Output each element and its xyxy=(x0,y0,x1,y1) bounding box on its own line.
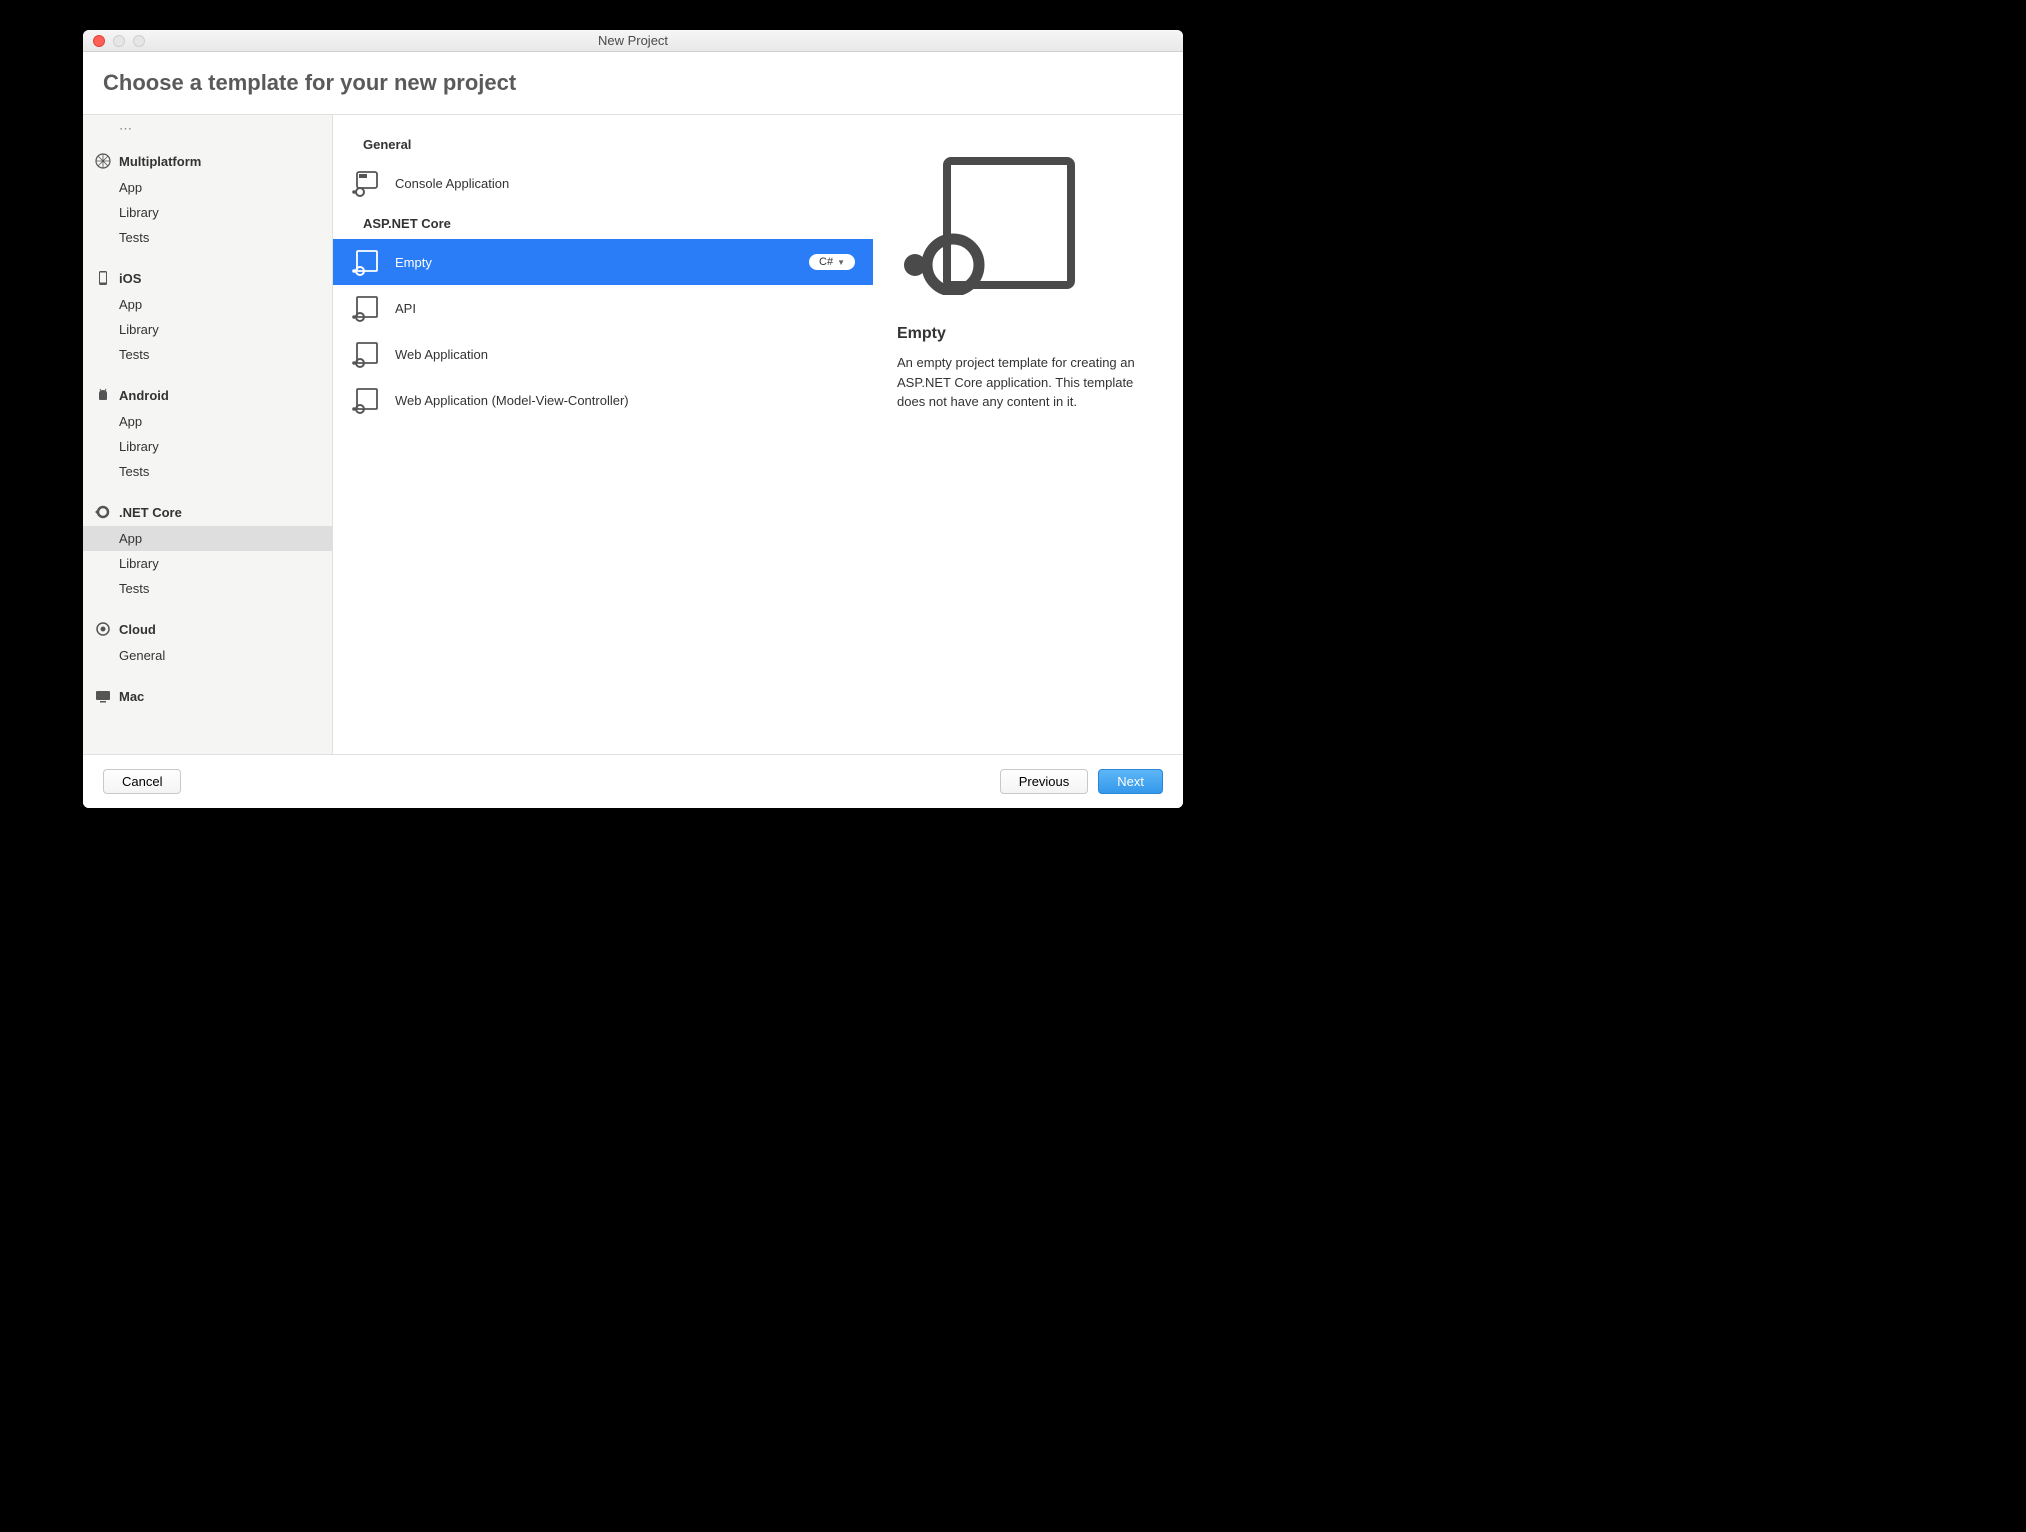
sidebar-item-netcore-library[interactable]: Library xyxy=(83,551,332,576)
cloud-icon xyxy=(95,621,111,637)
category-sidebar: ⋯ Multiplatform App Library Tests iOS Ap… xyxy=(83,115,333,754)
sidebar-item-ios-library[interactable]: Library xyxy=(83,317,332,342)
minimize-window-button[interactable] xyxy=(113,35,125,47)
desktop-icon xyxy=(95,688,111,704)
template-detail-icon xyxy=(897,155,1077,295)
sidebar-item-android-tests[interactable]: Tests xyxy=(83,459,332,484)
language-selector[interactable]: C# ▼ xyxy=(809,254,855,270)
template-label: Empty xyxy=(395,255,795,270)
template-label: Web Application (Model-View-Controller) xyxy=(395,393,855,408)
template-detail-panel: Empty An empty project template for crea… xyxy=(873,115,1183,754)
web-template-icon xyxy=(351,339,381,369)
next-button[interactable]: Next xyxy=(1098,769,1163,794)
maximize-window-button[interactable] xyxy=(133,35,145,47)
sidebar-category-cloud[interactable]: Cloud xyxy=(83,615,332,643)
android-icon xyxy=(95,387,111,403)
template-empty[interactable]: Empty C# ▼ xyxy=(333,239,873,285)
template-label: API xyxy=(395,301,855,316)
sidebar-item-multiplatform-app[interactable]: App xyxy=(83,175,332,200)
template-label: Web Application xyxy=(395,347,855,362)
template-label: Console Application xyxy=(395,176,855,191)
web-template-icon xyxy=(351,293,381,323)
sidebar-category-label: Android xyxy=(119,388,169,403)
sidebar-category-multiplatform[interactable]: Multiplatform xyxy=(83,147,332,175)
phone-icon xyxy=(95,270,111,286)
traffic-lights xyxy=(83,35,145,47)
sidebar-category-netcore[interactable]: .NET Core xyxy=(83,498,332,526)
sidebar-item-android-library[interactable]: Library xyxy=(83,434,332,459)
sidebar-item-cloud-general[interactable]: General xyxy=(83,643,332,668)
template-list: General Console Application ASP.NET Core… xyxy=(333,115,873,754)
section-title-general: General xyxy=(333,127,873,160)
sidebar-truncated-hint: ⋯ xyxy=(83,115,332,143)
template-api[interactable]: API xyxy=(333,285,873,331)
template-web-application[interactable]: Web Application xyxy=(333,331,873,377)
template-detail-description: An empty project template for creating a… xyxy=(897,353,1159,412)
sidebar-category-label: Cloud xyxy=(119,622,156,637)
dialog-footer: Cancel Previous Next xyxy=(83,755,1183,808)
sidebar-item-multiplatform-library[interactable]: Library xyxy=(83,200,332,225)
chevron-down-icon: ▼ xyxy=(837,258,845,267)
console-template-icon xyxy=(351,168,381,198)
dialog-content: ⋯ Multiplatform App Library Tests iOS Ap… xyxy=(83,115,1183,755)
sidebar-item-multiplatform-tests[interactable]: Tests xyxy=(83,225,332,250)
netcore-icon xyxy=(95,504,111,520)
section-title-aspnetcore: ASP.NET Core xyxy=(333,206,873,239)
close-window-button[interactable] xyxy=(93,35,105,47)
web-template-icon xyxy=(351,247,381,277)
template-web-application-mvc[interactable]: Web Application (Model-View-Controller) xyxy=(333,377,873,423)
sidebar-category-label: Multiplatform xyxy=(119,154,201,169)
multiplatform-icon xyxy=(95,153,111,169)
sidebar-item-ios-app[interactable]: App xyxy=(83,292,332,317)
page-title: Choose a template for your new project xyxy=(103,70,1163,96)
sidebar-category-label: .NET Core xyxy=(119,505,182,520)
sidebar-category-label: Mac xyxy=(119,689,144,704)
sidebar-item-android-app[interactable]: App xyxy=(83,409,332,434)
web-template-icon xyxy=(351,385,381,415)
template-console-application[interactable]: Console Application xyxy=(333,160,873,206)
window-title: New Project xyxy=(83,33,1183,48)
sidebar-category-mac[interactable]: Mac xyxy=(83,682,332,710)
sidebar-category-label: iOS xyxy=(119,271,141,286)
sidebar-category-ios[interactable]: iOS xyxy=(83,264,332,292)
sidebar-item-ios-tests[interactable]: Tests xyxy=(83,342,332,367)
previous-button[interactable]: Previous xyxy=(1000,769,1089,794)
dialog-header: Choose a template for your new project xyxy=(83,52,1183,115)
sidebar-category-android[interactable]: Android xyxy=(83,381,332,409)
new-project-window: New Project Choose a template for your n… xyxy=(83,30,1183,808)
language-label: C# xyxy=(819,256,833,268)
cancel-button[interactable]: Cancel xyxy=(103,769,181,794)
template-detail-title: Empty xyxy=(897,325,946,343)
titlebar: New Project xyxy=(83,30,1183,52)
sidebar-item-netcore-app[interactable]: App xyxy=(83,526,332,551)
sidebar-item-netcore-tests[interactable]: Tests xyxy=(83,576,332,601)
